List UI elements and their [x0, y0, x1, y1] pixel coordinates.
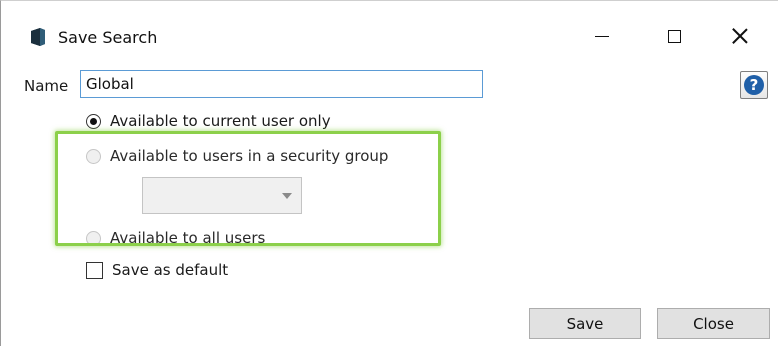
name-label: Name	[24, 77, 69, 95]
minimize-button[interactable]	[579, 18, 625, 54]
maximize-icon	[667, 29, 681, 43]
radio-all-users[interactable]: Available to all users	[86, 229, 265, 247]
window-title: Save Search	[58, 28, 158, 47]
chevron-down-icon	[282, 193, 292, 199]
radio-button-checked[interactable]	[86, 113, 101, 129]
save-as-default-label: Save as default	[112, 261, 229, 279]
save-as-default-checkbox[interactable]	[86, 261, 103, 279]
title-bar[interactable]: Save Search	[1, 1, 778, 61]
radio-button-disabled[interactable]	[86, 230, 101, 246]
radio-label-security-group: Available to users in a security group	[110, 147, 389, 165]
minimize-icon	[595, 35, 609, 37]
close-button[interactable]: Close	[657, 308, 770, 339]
radio-label-current-user: Available to current user only	[110, 112, 331, 130]
security-group-select[interactable]	[142, 177, 302, 214]
name-input[interactable]	[80, 70, 483, 98]
close-icon	[732, 28, 748, 44]
close-window-button[interactable]	[717, 18, 763, 54]
maximize-button[interactable]	[651, 18, 697, 54]
radio-current-user-only[interactable]: Available to current user only	[86, 112, 331, 130]
save-button[interactable]: Save	[529, 308, 641, 339]
help-icon: ?	[744, 75, 764, 95]
radio-button-disabled[interactable]	[86, 148, 101, 164]
radio-security-group[interactable]: Available to users in a security group	[86, 147, 388, 165]
help-button[interactable]: ?	[740, 71, 768, 99]
save-as-default-option[interactable]: Save as default	[86, 261, 228, 279]
database-icon	[31, 28, 45, 46]
save-search-dialog: Save Search Name ? Available to current …	[0, 0, 778, 346]
radio-label-all-users: Available to all users	[110, 229, 266, 247]
